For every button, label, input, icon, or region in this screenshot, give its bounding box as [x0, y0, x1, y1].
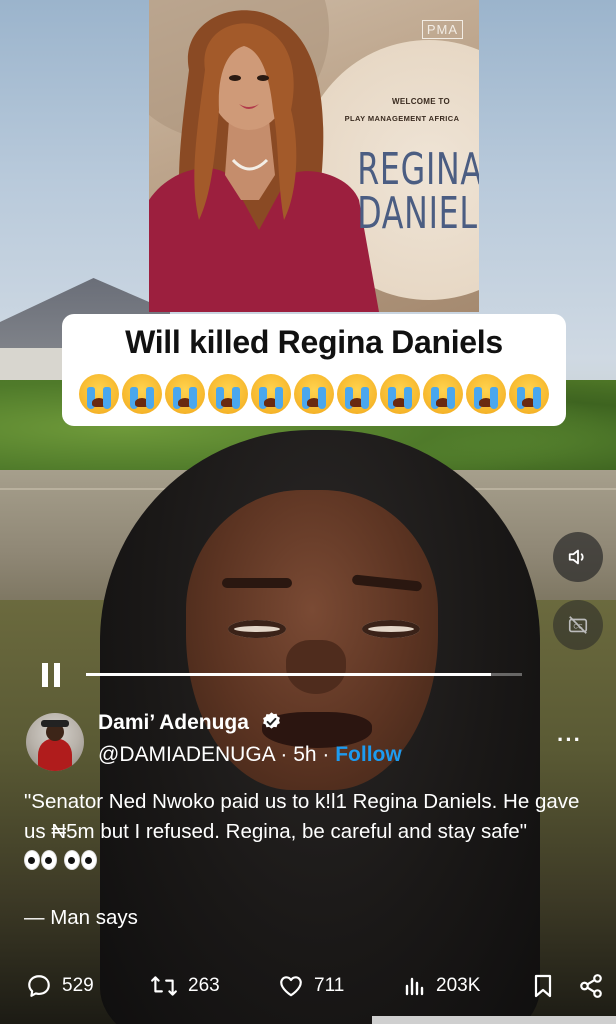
share-icon	[580, 974, 602, 998]
avatar[interactable]	[26, 713, 84, 771]
more-options-button[interactable]: ···	[557, 727, 583, 752]
avatar-body	[38, 739, 72, 771]
video-progress-bar[interactable]	[86, 673, 522, 676]
loudly-crying-face-icon	[337, 374, 377, 414]
repost-count: 263	[188, 975, 220, 996]
poster-welcome: WELCOME TO	[392, 97, 450, 106]
loudly-crying-face-icon	[380, 374, 420, 414]
person-nose	[286, 640, 346, 694]
repost-button[interactable]: 263	[150, 968, 220, 1004]
video-caption-text: Will killed Regina Daniels	[125, 324, 503, 360]
follow-button[interactable]: Follow	[335, 743, 402, 766]
author-display-name[interactable]: Dami’ Adenuga	[98, 711, 249, 734]
bookmark-icon	[534, 974, 552, 998]
speaker-icon	[568, 549, 584, 565]
captions-button[interactable]: CC	[553, 600, 603, 650]
loudly-crying-face-icon	[251, 374, 291, 414]
video-progress-fill	[86, 673, 492, 676]
loudly-crying-face-icon	[165, 374, 205, 414]
captions-off-icon: CC	[568, 616, 588, 634]
avatar-hat	[41, 720, 69, 727]
tweet-byline: — Man says	[24, 906, 138, 929]
poster-title-line2: DANIELS	[357, 188, 479, 239]
reply-button[interactable]: 529	[26, 968, 94, 1004]
eyes-emoji-icon	[24, 849, 98, 879]
like-button[interactable]: 711	[278, 968, 344, 1004]
loudly-crying-face-icon	[509, 374, 549, 414]
video-player[interactable]: PMA WELCOME TO PLAY MANAGEMENT AFRICA RE…	[0, 0, 616, 1024]
pma-badge: PMA	[421, 20, 463, 39]
poster-title: REGINA DANIELS	[357, 144, 479, 239]
loudly-crying-face-icon	[122, 374, 162, 414]
loudly-crying-face-icon	[208, 374, 248, 414]
repost-icon	[151, 976, 177, 996]
loudly-crying-face-icon	[294, 374, 334, 414]
person-eye-left	[228, 620, 286, 638]
share-button[interactable]	[578, 968, 604, 1004]
views-chart-icon	[405, 977, 424, 996]
pause-icon-bar	[54, 663, 60, 687]
loudly-crying-face-icon	[466, 374, 506, 414]
reply-count: 529	[62, 975, 94, 996]
volume-button[interactable]	[553, 532, 603, 582]
heart-icon	[280, 976, 302, 997]
loudly-crying-face-icon	[79, 374, 119, 414]
crying-emoji-row	[62, 374, 566, 416]
poster-title-line1: REGINA	[357, 144, 479, 195]
tweet-time[interactable]: 5h	[293, 743, 316, 766]
home-indicator	[372, 1016, 616, 1024]
handle-separator: ·	[274, 743, 294, 766]
person-eye-right	[362, 620, 420, 638]
video-caption-box: Will killed Regina Daniels	[62, 314, 566, 426]
pause-button[interactable]	[40, 663, 64, 687]
poster-image: PMA WELCOME TO PLAY MANAGEMENT AFRICA RE…	[149, 0, 479, 312]
tweet-body: "Senator Ned Nwoko paid us to k!l1 Regin…	[24, 790, 580, 843]
reply-icon	[28, 975, 50, 997]
like-count: 711	[314, 975, 345, 996]
pause-icon	[42, 663, 48, 687]
loudly-crying-face-icon	[423, 374, 463, 414]
person-brow-left	[222, 578, 292, 588]
views-button[interactable]: 203K	[404, 968, 480, 1004]
bookmark-button[interactable]	[532, 968, 554, 1004]
views-count: 203K	[436, 975, 481, 996]
tweet-text: "Senator Ned Nwoko paid us to k!l1 Regin…	[24, 787, 584, 879]
author-handle[interactable]: @DAMIADENUGA	[98, 743, 275, 766]
verified-badge-icon	[262, 712, 280, 729]
tweet-actions-bar: 529 263 711 203K	[0, 968, 616, 1008]
svg-text:CC: CC	[573, 624, 583, 631]
author-name-row[interactable]: Dami’ Adenuga	[98, 711, 282, 735]
handle-separator-2: ·	[316, 743, 336, 766]
poster-company: PLAY MANAGEMENT AFRICA	[344, 114, 460, 123]
author-handle-row: @DAMIADENUGA · 5h · Follow	[98, 743, 402, 767]
